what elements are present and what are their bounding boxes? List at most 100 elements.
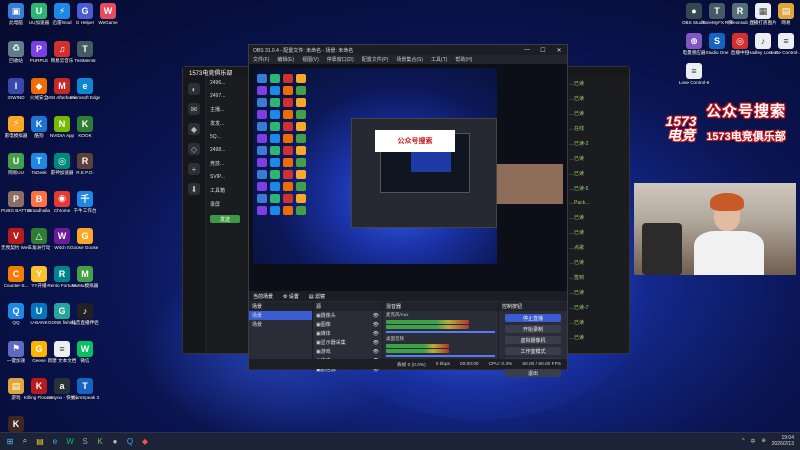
obs-window[interactable]: OBS 31.0.4 - 配置文件: 未命名 - 场景: 未命名 — ☐ ✕ 文… (248, 44, 568, 377)
obs-menu-item[interactable]: 文件(F) (253, 56, 269, 63)
chat-list-item[interactable]: 工具箱 (210, 187, 248, 194)
clock-date: 2026/2/13 (771, 441, 794, 447)
chat-list-item[interactable]: 2497... (210, 93, 248, 99)
filters-button[interactable]: ▤ 滤镜 (309, 293, 325, 300)
volume-slider[interactable] (386, 331, 495, 333)
desktop-icon[interactable]: W 微信 (71, 340, 99, 363)
desktop-icon-label: Witch It (54, 245, 70, 250)
discord-icon[interactable]: ◐ (188, 83, 200, 95)
app-icon: e (77, 78, 93, 94)
add-server-icon[interactable]: + (188, 163, 200, 175)
chat-message: …已读-5 (569, 186, 589, 192)
wechat-icon[interactable]: W (64, 435, 76, 447)
visibility-icon[interactable]: 👁 (373, 322, 379, 328)
obs-menu-item[interactable]: 帮助(H) (455, 56, 472, 63)
windows-icon[interactable]: ⊞ (4, 435, 16, 447)
properties-button[interactable]: ⚙ 设置 (283, 293, 299, 300)
chat-message: …在线 (569, 126, 585, 132)
tray-overflow-icon[interactable]: ^ (742, 438, 744, 444)
control-button[interactable]: 开始录制 (505, 325, 561, 333)
visibility-icon[interactable]: 👁 (373, 313, 379, 319)
source-label: 游戏 (320, 349, 331, 355)
obs-menu-item[interactable]: 工具(T) (431, 56, 447, 63)
source-item[interactable]: ▣ 摄像头 👁 (313, 311, 382, 320)
chat-list-item[interactable]: 录屏 (210, 201, 248, 208)
source-item[interactable]: ▣ 游戏 👁 (313, 347, 382, 356)
chat-list-item[interactable]: 发发... (210, 120, 248, 127)
close-button[interactable]: ✕ (551, 47, 567, 54)
desktop-icon[interactable]: ♪ 抖音直播伴侣 (71, 303, 99, 325)
app-icon: Q (8, 303, 24, 319)
chat-list-item[interactable]: 5Q... (210, 134, 248, 140)
visibility-icon[interactable]: 👁 (373, 349, 379, 355)
promo-line-2: 1573电竞俱乐部 (706, 131, 786, 143)
qq-icon[interactable]: Q (124, 435, 136, 447)
visibility-icon[interactable]: 👁 (373, 340, 379, 346)
desktop-icon[interactable]: GGoose Goose Duck (70, 228, 100, 250)
app-icon: ▣ (8, 3, 24, 19)
input-method-indicator[interactable]: 中 (751, 438, 756, 445)
control-button[interactable]: 停止直播 (505, 314, 561, 322)
maximize-button[interactable]: ☐ (535, 47, 551, 54)
steam-icon[interactable]: S (79, 435, 91, 447)
chat-list-item[interactable]: 2496... (210, 80, 248, 86)
control-button[interactable]: 虚拟摄像机 (505, 336, 561, 344)
download-icon[interactable]: ⬇ (188, 183, 200, 195)
server-icon[interactable]: ◆ (188, 123, 200, 135)
chat-list-item[interactable]: SVIP... (210, 174, 248, 180)
send-button[interactable]: 发送 (210, 215, 240, 223)
clock[interactable]: 19:04 2026/2/13 (772, 435, 794, 447)
dm-icon[interactable]: ✉ (188, 103, 200, 115)
volume-slider[interactable] (386, 355, 495, 357)
desktop-icon[interactable]: M MuMu模拟器 (71, 265, 99, 288)
desktop-icon-label: 火绒安全 (29, 95, 49, 100)
desktop-icon-label: PURPLE (29, 57, 49, 63)
obs-statusbar: 丢帧 0 (0.0%) 0 kbps 00:00:00 CPU: 0.3% 60.00 … (249, 359, 567, 369)
desktop-icon[interactable]: R R.E.P.O. (71, 153, 99, 175)
desktop-icon[interactable]: 千千牛工作台 (71, 190, 99, 213)
network-icon[interactable]: ⊕ (762, 438, 766, 444)
obs-menu-item[interactable]: 配置文件(P) (362, 56, 389, 63)
status-item: CPU: 0.3% (488, 361, 513, 367)
obs-menu-item[interactable]: 停靠窗口(D) (327, 56, 354, 63)
mixer-channel-name: 桌面音频 (386, 336, 404, 341)
desktop-icon[interactable]: e Microsoft Edge (70, 78, 100, 100)
chat-list-item[interactable]: 2498... (210, 147, 248, 153)
obs-menu-item[interactable]: 编辑(E) (277, 56, 294, 63)
desktop-icon-label: TestMem5 (74, 57, 96, 63)
desktop-icon[interactable]: T TeamSpeak 3 (71, 378, 99, 400)
app-icon: K (31, 378, 47, 394)
preview-mini-icon (296, 206, 306, 215)
minimize-button[interactable]: — (519, 47, 535, 54)
app-icon[interactable]: ◆ (139, 435, 151, 447)
control-button[interactable]: 工作室模式 (505, 347, 561, 355)
desktop-icon[interactable]: ≡Lose Control-8... (679, 63, 709, 85)
source-item[interactable]: ▣ 图像 👁 (313, 320, 382, 329)
app-icon: a (54, 378, 70, 394)
search-icon[interactable]: ⌕ (19, 435, 31, 447)
preview-mini-icon (283, 146, 293, 155)
desktop-icon-label: ToDesk (31, 170, 47, 175)
desktop-icon[interactable]: W WeGame (94, 3, 122, 25)
server-icon[interactable]: ◇ (188, 143, 200, 155)
obs-icon[interactable]: ● (109, 435, 121, 447)
control-button[interactable]: 退出 (505, 369, 561, 377)
source-item[interactable]: ▣ 媒体 👁 (313, 329, 382, 338)
edge-icon[interactable]: e (49, 435, 61, 447)
desktop-icon[interactable]: ▤ 网易 (772, 3, 800, 25)
desktop-icon[interactable]: K KOOK (71, 115, 99, 138)
visibility-icon[interactable]: 👁 (373, 331, 379, 337)
chat-list-item[interactable]: 竞技... (210, 160, 248, 167)
scene-item[interactable]: 场景 (249, 320, 312, 329)
desktop-icon[interactable]: ≡ Lose Control-... (771, 33, 800, 55)
kook-icon[interactable]: K (94, 435, 106, 447)
obs-menu-item[interactable]: 场景集合(S) (396, 56, 423, 63)
desktop-icon[interactable]: T TestMem5 (71, 40, 99, 63)
obs-preview[interactable]: 公众号搜索 (249, 64, 567, 291)
chat-list-item[interactable]: 主播... (210, 106, 248, 113)
source-item[interactable]: ▣ 显示器采集 👁 (313, 338, 382, 347)
file-explorer-icon[interactable]: ▤ (34, 435, 46, 447)
obs-menu-item[interactable]: 视图(V) (302, 56, 319, 63)
preview-mini-icon (296, 134, 306, 143)
scene-item[interactable]: 场景 (249, 311, 312, 320)
